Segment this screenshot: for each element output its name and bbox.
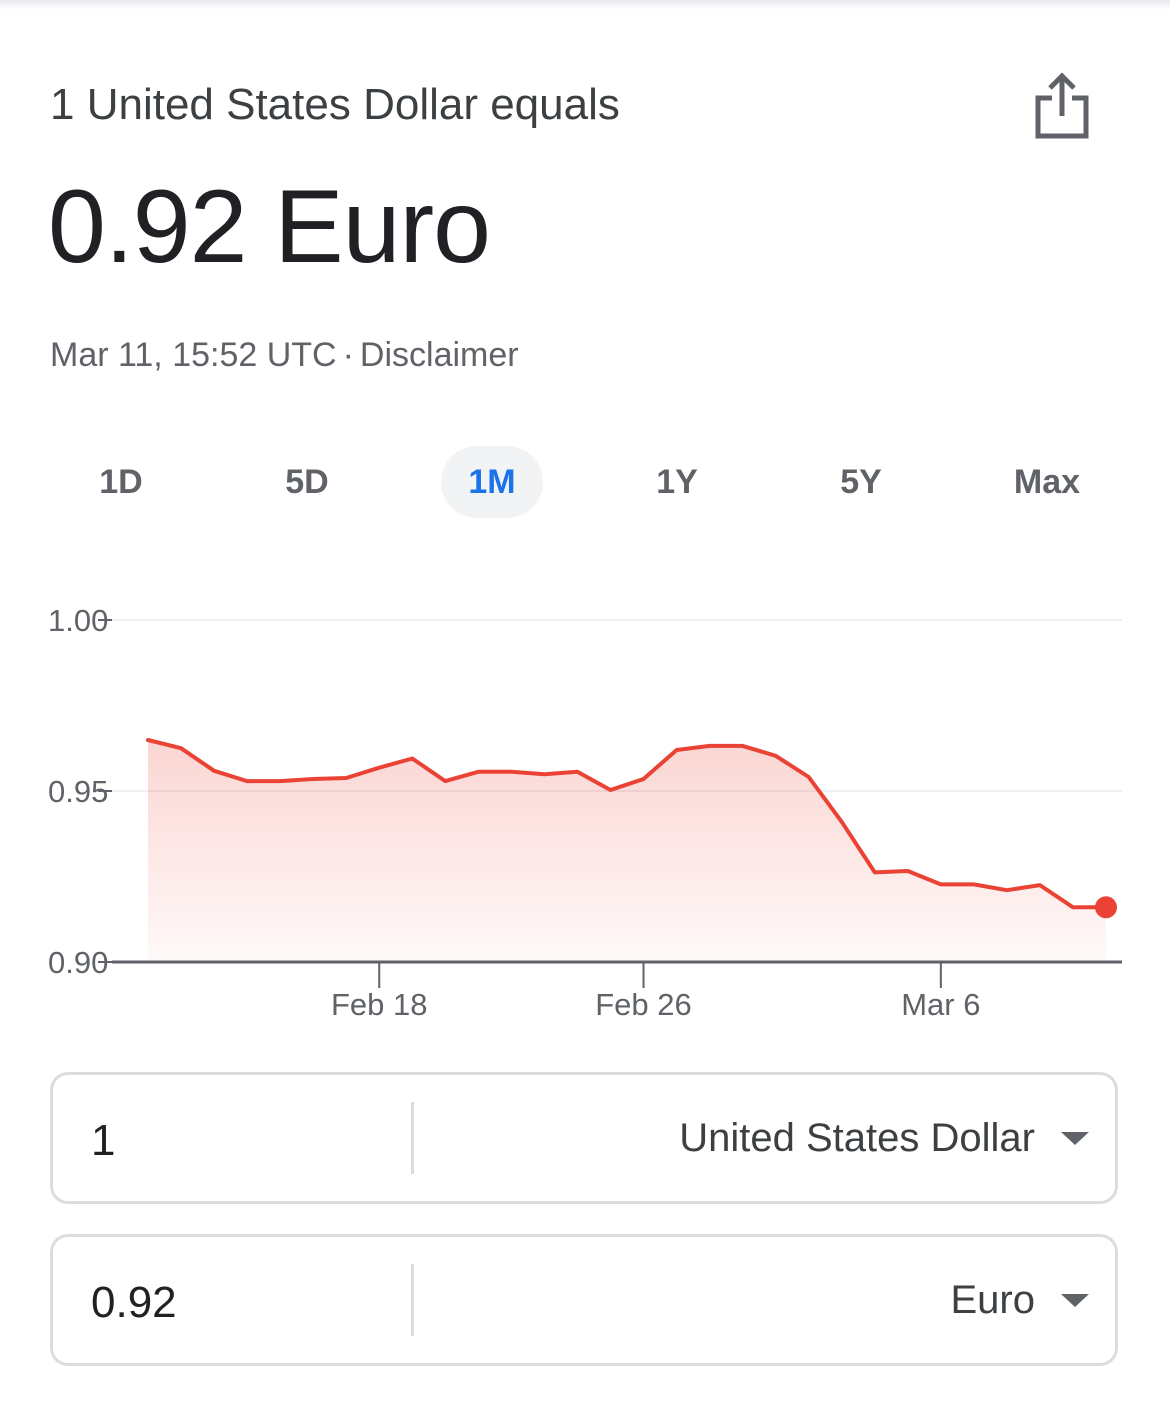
share-icon [1035,72,1089,139]
disclaimer-link[interactable]: Disclaimer [360,336,519,374]
to-amount-input[interactable] [91,1237,391,1369]
y-tick-label: 1.00 [48,603,108,638]
share-button[interactable] [1030,70,1094,142]
y-tick-label: 0.90 [48,945,108,980]
tab-1m[interactable]: 1M [441,446,543,518]
exchange-rate-chart[interactable]: 1.00 0.95 0.90 Feb 18 Feb 26 Mar 6 [0,590,1170,1030]
from-currency-label: United States Dollar [679,1115,1035,1160]
x-tick-label: Feb 18 [331,987,428,1022]
tab-5y[interactable]: 5Y [810,446,912,518]
area-fill [148,740,1106,962]
x-tick-label: Mar 6 [901,987,980,1022]
from-amount-input[interactable] [91,1075,391,1207]
base-currency-line: 1 United States Dollar equals [50,80,620,129]
from-currency-row: United States Dollar [50,1072,1118,1207]
top-shadow [0,0,1170,10]
to-currency-row: Euro [50,1234,1118,1369]
separator-dot: · [342,336,354,374]
y-tick-label: 0.95 [48,774,108,809]
current-point [1095,896,1117,919]
timestamp-line: Mar 11, 15:52 UTC · Disclaimer [50,336,519,375]
range-tabs: 1D 5D 1M 1Y 5Y Max [30,446,1140,518]
divider [411,1264,414,1336]
timestamp: Mar 11, 15:52 UTC [50,336,337,374]
caret-down-icon [1061,1131,1089,1145]
to-currency-select[interactable]: Euro [951,1237,1096,1363]
conversion-result: 0.92 Euro [48,169,491,285]
tab-5d[interactable]: 5D [256,446,358,518]
x-tick-label: Feb 26 [595,987,692,1022]
caret-down-icon [1061,1293,1089,1307]
tab-max[interactable]: Max [996,446,1098,518]
chart-svg: 1.00 0.95 0.90 Feb 18 Feb 26 Mar 6 [48,603,1122,1022]
tab-1y[interactable]: 1Y [626,446,728,518]
tab-1d[interactable]: 1D [70,446,172,518]
divider [411,1102,414,1174]
to-currency-label: Euro [950,1277,1036,1322]
from-currency-select[interactable]: United States Dollar [679,1075,1095,1201]
